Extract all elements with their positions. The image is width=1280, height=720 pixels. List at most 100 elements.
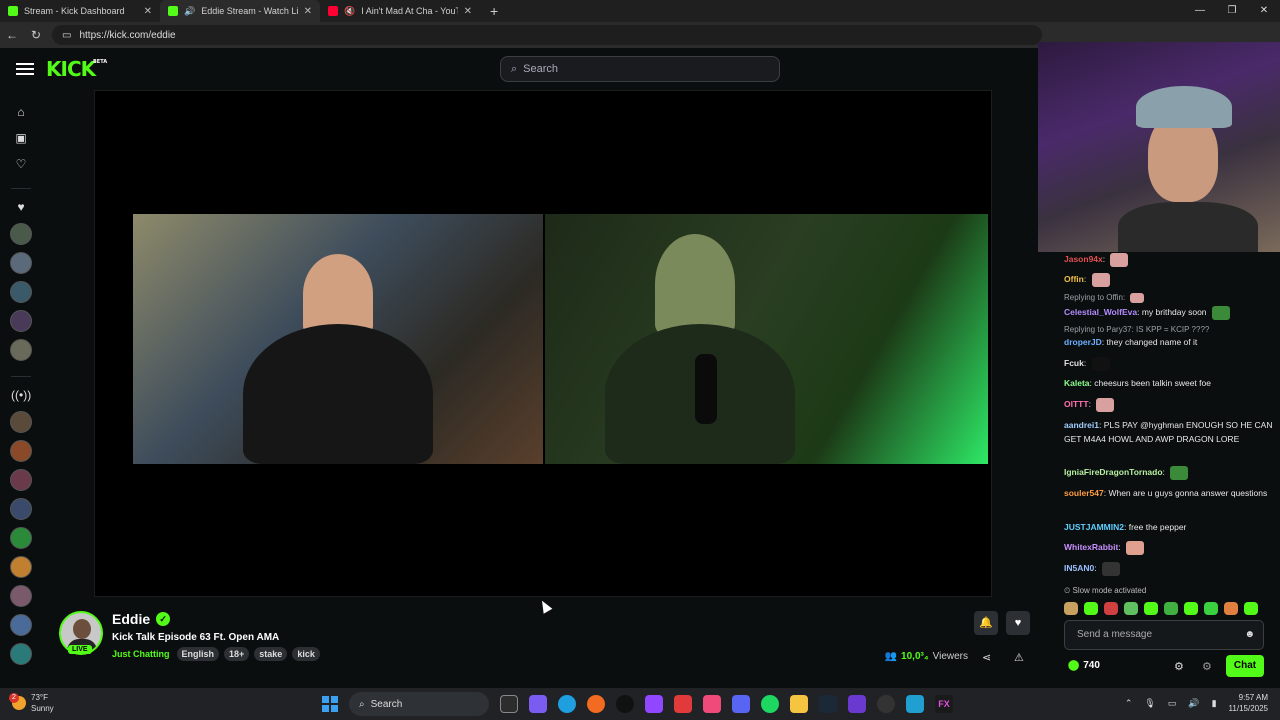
followed-channel-avatar[interactable] [10, 223, 32, 245]
task-view-icon[interactable] [500, 695, 518, 713]
start-button[interactable] [322, 696, 338, 712]
search-input[interactable]: ⌕ Search [500, 56, 780, 82]
emote-button[interactable] [1224, 602, 1238, 615]
share-icon[interactable]: ⋖ [982, 651, 991, 664]
close-tab-icon[interactable]: ✕ [464, 6, 472, 17]
kick-logo[interactable]: KICK BETA [46, 57, 107, 81]
emote-button[interactable] [1244, 602, 1258, 615]
site-info-icon[interactable]: ▭ [62, 30, 71, 41]
emote-button[interactable] [1124, 602, 1138, 615]
tab-kick-dashboard[interactable]: Stream - Kick Dashboard ✕ [0, 0, 160, 22]
followed-channel-avatar[interactable] [10, 252, 32, 274]
recommended-channel-avatar[interactable] [10, 614, 32, 636]
close-window-button[interactable]: ✕ [1248, 0, 1280, 22]
twitch-icon[interactable] [645, 695, 663, 713]
chat-message: JUSTJAMMIN2: free the pepper [1064, 522, 1187, 532]
app-red-icon[interactable] [674, 695, 692, 713]
recommended-channel-avatar[interactable] [10, 498, 32, 520]
chat-message-input[interactable]: Send a message ☻ [1064, 620, 1264, 650]
browser-tabbar: Stream - Kick Dashboard ✕ 🔊 Eddie Stream… [0, 0, 1280, 22]
obs-icon[interactable] [616, 695, 634, 713]
spotify-icon[interactable] [761, 695, 779, 713]
discord-icon[interactable] [732, 695, 750, 713]
editor-icon[interactable] [848, 695, 866, 713]
app-blue-icon[interactable] [906, 695, 924, 713]
microphone-icon[interactable]: 🎙 [1144, 698, 1155, 709]
recommended-channel-avatar[interactable] [10, 556, 32, 578]
back-button[interactable]: ← [0, 28, 24, 42]
clock-time: 9:57 AM [1238, 693, 1268, 702]
copilot-icon[interactable] [529, 695, 547, 713]
notification-bell-button[interactable]: 🔔 [974, 611, 998, 635]
volume-icon[interactable]: 🔊 [1188, 698, 1199, 709]
stream-tags: Just Chatting English 18+ stake kick [112, 647, 320, 661]
emote-button[interactable] [1144, 602, 1158, 615]
chat-send-button[interactable]: Chat [1226, 655, 1264, 677]
chat-settings-icon[interactable]: ⚙ [1174, 660, 1184, 673]
tag[interactable]: 18+ [224, 647, 250, 661]
recommended-channel-avatar[interactable] [10, 643, 32, 665]
steam-icon[interactable] [819, 695, 837, 713]
chat-message: Kaleta: cheesurs been talkin sweet foe [1064, 378, 1211, 388]
chat-message: Offin: [1064, 272, 1274, 287]
following-icon[interactable]: ♡ [11, 154, 31, 174]
report-icon[interactable]: ⚠ [1014, 651, 1024, 664]
battery-icon[interactable]: ▮ [1212, 698, 1217, 709]
taskbar-search[interactable]: ⌕ Search [349, 692, 489, 716]
category-link[interactable]: Just Chatting [112, 649, 170, 659]
edge-icon[interactable] [558, 695, 576, 713]
streamer-name[interactable]: Eddie ✓ [112, 611, 171, 627]
maximize-button[interactable]: ❐ [1216, 0, 1248, 22]
recommended-channel-avatar[interactable] [10, 527, 32, 549]
emote-button[interactable] [1084, 602, 1098, 615]
browse-icon[interactable]: ▣ [11, 128, 31, 148]
recommended-channel-avatar[interactable] [10, 469, 32, 491]
close-tab-icon[interactable]: ✕ [144, 6, 152, 17]
chat-panel: Jason94x: Offin: Replying to Offin: Cele… [1052, 252, 1280, 688]
chat-message: OITTT: [1064, 397, 1274, 412]
tag[interactable]: stake [254, 647, 288, 661]
network-icon[interactable]: ▭ [1168, 698, 1177, 709]
tag[interactable]: English [176, 647, 220, 661]
recommended-channel-avatar[interactable] [10, 440, 32, 462]
file-explorer-icon[interactable] [790, 695, 808, 713]
minimize-button[interactable]: — [1184, 0, 1216, 22]
emote-button[interactable] [1104, 602, 1118, 615]
tab-youtube[interactable]: 🔇 I Ain't Mad At Cha - YouTub ✕ [320, 0, 480, 22]
firefox-icon[interactable] [587, 695, 605, 713]
emote-button[interactable] [1184, 602, 1198, 615]
divider [11, 188, 31, 189]
new-tab-button[interactable]: + [480, 3, 508, 19]
follow-heart-button[interactable]: ♥ [1006, 611, 1030, 635]
muted-speaker-icon[interactable]: 🔇 [344, 6, 355, 17]
speaker-icon[interactable]: 🔊 [184, 6, 195, 17]
address-bar[interactable]: ▭ https://kick.com/eddie [52, 25, 1042, 45]
search-icon: ⌕ [359, 698, 365, 710]
recommended-channel-avatar[interactable] [10, 585, 32, 607]
app-dark-icon[interactable] [877, 695, 895, 713]
tab-title: I Ain't Mad At Cha - YouTub [361, 6, 457, 16]
recommended-channel-avatar[interactable] [10, 411, 32, 433]
clock[interactable]: 9:57 AM 11/15/2025 [1229, 692, 1268, 714]
emote-button[interactable] [1064, 602, 1078, 615]
taskbar-search-label: Search [370, 698, 403, 710]
fx-icon[interactable]: FX [935, 695, 953, 713]
followed-channel-avatar[interactable] [10, 281, 32, 303]
refresh-button[interactable]: ↻ [24, 28, 48, 42]
emote-button[interactable] [1164, 602, 1178, 615]
live-badge: LIVE [68, 645, 92, 654]
emoji-picker-icon[interactable]: ☻ [1244, 621, 1255, 649]
menu-icon[interactable] [16, 63, 34, 75]
tab-eddie-stream[interactable]: 🔊 Eddie Stream - Watch Live o ✕ [160, 0, 320, 22]
followed-channel-avatar[interactable] [10, 310, 32, 332]
home-icon[interactable]: ⌂ [11, 102, 31, 122]
tag[interactable]: kick [292, 647, 320, 661]
channel-points[interactable]: ⬤ 740 [1068, 660, 1100, 671]
emote-button[interactable] [1204, 602, 1218, 615]
music-icon[interactable] [703, 695, 721, 713]
close-tab-icon[interactable]: ✕ [304, 6, 312, 17]
chevron-up-icon[interactable]: ⌃ [1125, 698, 1133, 709]
followed-channel-avatar[interactable] [10, 339, 32, 361]
chat-mod-icon[interactable]: ⚙ [1202, 660, 1212, 673]
weather-widget[interactable]: 2 73°F Sunny [9, 692, 54, 714]
